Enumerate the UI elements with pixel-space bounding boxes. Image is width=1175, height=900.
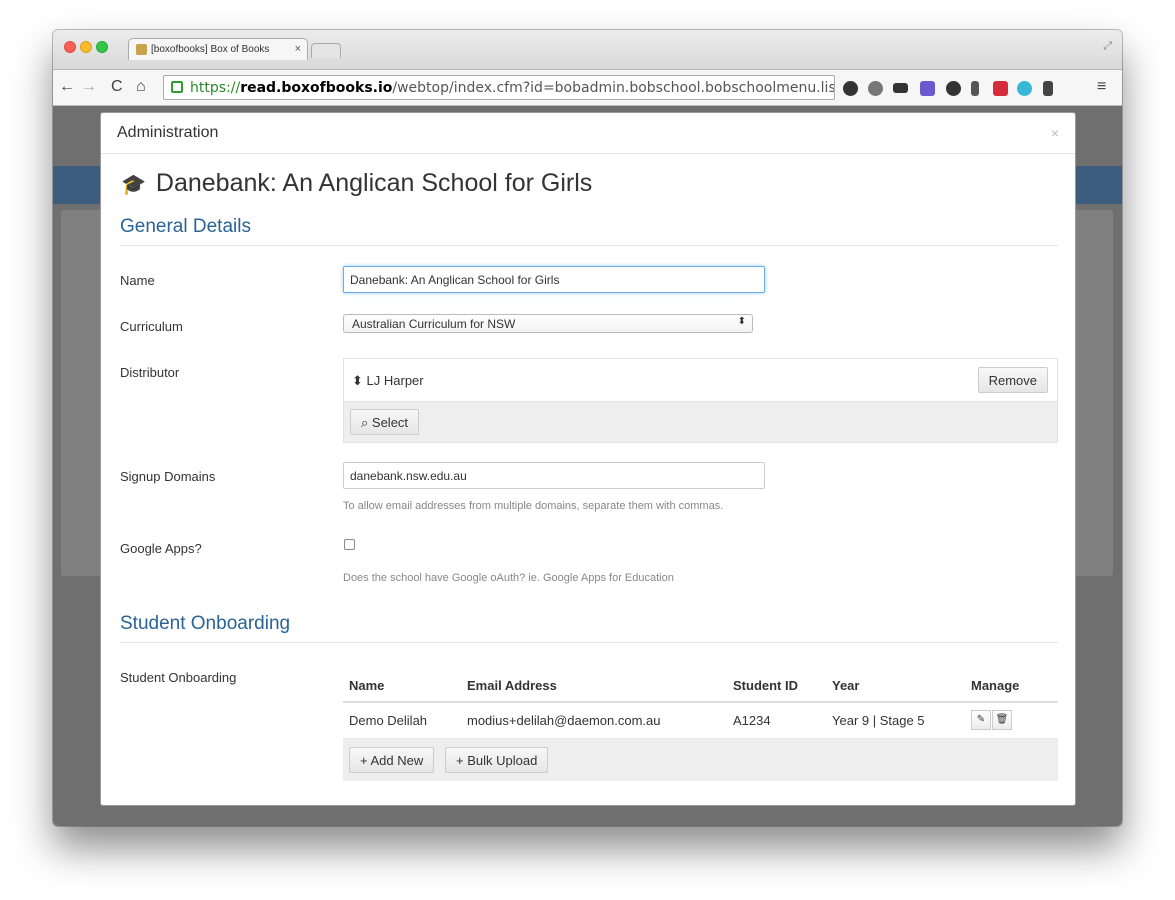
table-header-row: Name Email Address Student ID Year Manag… (343, 670, 1058, 703)
student-id-cell: A1234 (727, 702, 826, 739)
zoom-window-button[interactable] (96, 41, 108, 53)
google-apps-label: Google Apps? (120, 541, 202, 556)
column-header: Student ID (727, 670, 826, 703)
tab-close-icon[interactable]: × (295, 43, 301, 55)
minimize-window-button[interactable] (80, 41, 92, 53)
select-label: Select (371, 415, 409, 430)
remove-button[interactable]: Remove (977, 367, 1048, 393)
modal-close-icon[interactable]: × (1051, 125, 1059, 141)
edit-pencil-icon[interactable]: ✎ (971, 710, 991, 731)
school-title: 🎓 Danebank: An Anglican School for Girls (121, 169, 592, 198)
browser-window: [boxofbooks] Box of Books × ⤢ ← → C ⌂ ht… (53, 30, 1122, 826)
plus-icon: + (456, 753, 464, 768)
select-arrows-icon: ⬍ (737, 316, 746, 327)
a-extension-icon[interactable] (1017, 81, 1032, 96)
url-scheme: https:// (190, 80, 241, 96)
browser-tab[interactable]: [boxofbooks] Box of Books × (128, 38, 308, 60)
url-host: read.boxofbooks.io (240, 80, 393, 96)
google-apps-checkbox[interactable] (344, 539, 355, 550)
search-icon: ⌕ (361, 415, 369, 430)
title-bar: [boxofbooks] Box of Books × ⤢ (53, 30, 1122, 70)
name-label: Name (120, 273, 155, 288)
graduation-cap-icon: 🎓 (121, 173, 146, 196)
table-footer: + Add New + Bulk Upload (343, 739, 1058, 781)
manage-cell: ✎ 🗑 (965, 702, 1058, 739)
column-header: Name (343, 670, 461, 703)
name-input[interactable]: Danebank: An Anglican School for Girls (343, 266, 765, 293)
forward-icon[interactable]: → (81, 79, 97, 95)
pen-extension-icon[interactable] (971, 81, 979, 96)
student-table: Name Email Address Student ID Year Manag… (343, 670, 1058, 739)
favicon-icon (136, 44, 147, 55)
select-distributor-button[interactable]: ⌕ Select (350, 409, 420, 435)
reload-icon[interactable]: C (111, 79, 123, 95)
bulk-upload-button[interactable]: + Bulk Upload (445, 747, 549, 773)
signup-domains-help: To allow email addresses from multiple d… (343, 500, 724, 512)
ghost-extension-icon[interactable] (868, 81, 883, 96)
layers-extension-icon[interactable] (893, 83, 908, 93)
co-extension-icon[interactable] (920, 81, 935, 96)
add-new-button[interactable]: + Add New (349, 747, 435, 773)
column-header: Email Address (461, 670, 727, 703)
signup-domains-input[interactable]: danebank.nsw.edu.au (343, 462, 765, 489)
add-new-label: Add New (370, 753, 424, 768)
column-header: Manage (965, 670, 1058, 703)
lock-icon (171, 81, 183, 93)
distributor-box: ⬍ LJ Harper Remove ⌕ Select (343, 358, 1058, 443)
student-onboarding-label: Student Onboarding (120, 670, 237, 685)
distributor-label: Distributor (120, 365, 180, 380)
back-icon[interactable]: ← (59, 79, 75, 95)
new-tab-button[interactable] (311, 43, 341, 58)
student-email-cell: modius+delilah@daemon.com.au (461, 702, 727, 739)
curriculum-value: Australian Curriculum for NSW (352, 317, 516, 331)
table-row: Demo Delilah modius+delilah@daemon.com.a… (343, 702, 1058, 739)
column-header: Year (826, 670, 965, 703)
browser-toolbar: ← → C ⌂ https://read.boxofbooks.io/webto… (53, 70, 1122, 106)
distributor-row: ⬍ LJ Harper Remove (344, 359, 1057, 402)
student-year-cell: Year 9 | Stage 5 (826, 702, 965, 739)
gear-extension-icon[interactable] (946, 81, 961, 96)
modal-header: Administration × (101, 113, 1075, 154)
plus-icon: + (360, 753, 368, 768)
general-details-heading: General Details (120, 216, 1058, 246)
delete-trash-icon[interactable]: 🗑 (992, 710, 1012, 731)
extension-icon[interactable] (843, 81, 858, 96)
menu-icon[interactable]: ≡ (1097, 79, 1106, 95)
modal-title: Administration (117, 124, 219, 141)
tab-title: [boxofbooks] Box of Books (151, 44, 270, 55)
sort-icon[interactable]: ⬍ (352, 373, 363, 388)
url-path: /webtop/index.cfm?id=bobadmin.bobschool.… (392, 80, 835, 96)
page-backdrop: Administration × 🎓 Danebank: An Anglican … (53, 106, 1122, 826)
home-icon[interactable]: ⌂ (136, 79, 146, 95)
fullscreen-icon[interactable]: ⤢ (1103, 40, 1112, 53)
student-name-cell: Demo Delilah (343, 702, 461, 739)
bulk-upload-label: Bulk Upload (467, 753, 538, 768)
close-window-button[interactable] (64, 41, 76, 53)
school-title-text: Danebank: An Anglican School for Girls (155, 169, 593, 197)
user-extension-icon[interactable] (1043, 81, 1053, 96)
student-onboarding-heading: Student Onboarding (120, 613, 1058, 643)
administration-modal: Administration × 🎓 Danebank: An Anglican … (100, 112, 1076, 806)
curriculum-select[interactable]: Australian Curriculum for NSW ⬍ (343, 314, 753, 333)
address-bar[interactable]: https://read.boxofbooks.io/webtop/index.… (163, 75, 835, 100)
signup-domains-label: Signup Domains (120, 469, 216, 484)
red-extension-icon[interactable] (993, 81, 1008, 96)
curriculum-label: Curriculum (120, 319, 183, 334)
distributor-value: LJ Harper (366, 373, 424, 388)
google-apps-help: Does the school have Google oAuth? ie. G… (343, 572, 674, 584)
